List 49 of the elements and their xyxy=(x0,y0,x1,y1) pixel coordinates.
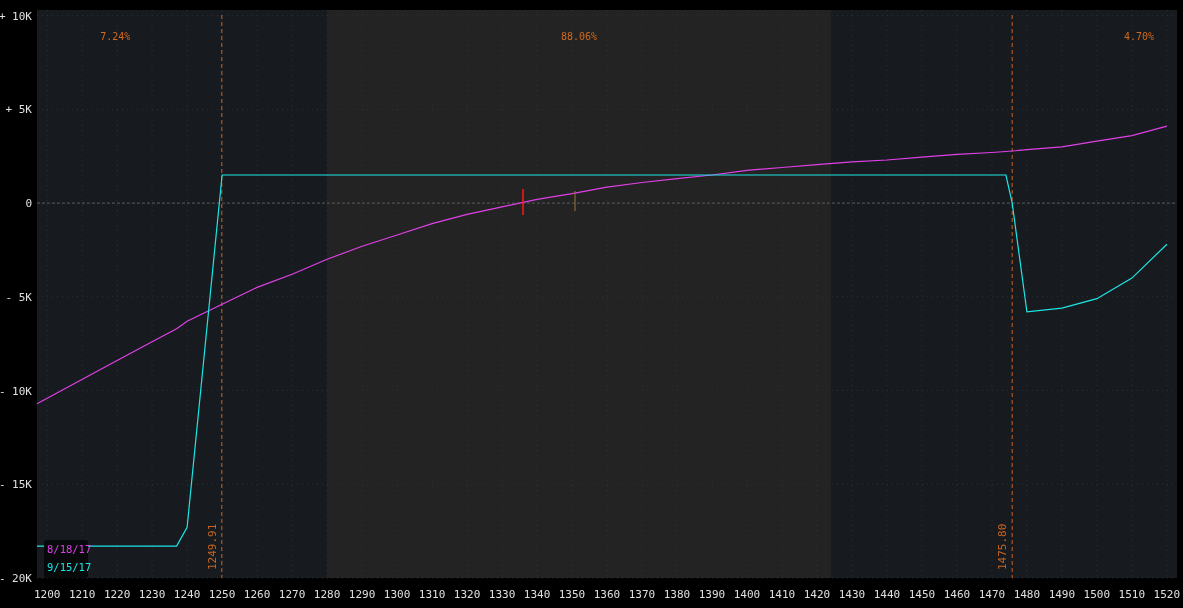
axis-tick-label: 1520 xyxy=(1153,588,1181,601)
axis-tick-label: 1410 xyxy=(768,588,796,601)
axis-tick-label: 1380 xyxy=(663,588,691,601)
axis-tick-label: 1260 xyxy=(243,588,271,601)
axis-tick-label: 1200 xyxy=(33,588,61,601)
axis-tick-label: 1440 xyxy=(873,588,901,601)
axis-tick-label: + 5K xyxy=(5,103,32,117)
axis-tick-label: 1280 xyxy=(313,588,341,601)
axis-tick-label: 1270 xyxy=(278,588,306,601)
axis-tick-label: 1450 xyxy=(908,588,936,601)
probability-label: 4.70% xyxy=(1123,31,1154,42)
axis-tick-label: 1430 xyxy=(838,588,866,601)
axis-tick-label: 1240 xyxy=(173,588,201,601)
probability-label: 88.06% xyxy=(560,31,598,42)
legend-item: 9/15/17 xyxy=(47,561,92,573)
axis-tick-label: 1490 xyxy=(1048,588,1076,601)
axis-tick-label: 1310 xyxy=(418,588,446,601)
price-label: 1475.80 xyxy=(996,523,1010,570)
axis-tick-label: + 10K xyxy=(0,9,32,23)
axis-tick-label: 1510 xyxy=(1118,588,1146,601)
axis-tick-label: 1370 xyxy=(628,588,656,601)
axis-tick-label: 1320 xyxy=(453,588,481,601)
axis-tick-label: 0 xyxy=(25,197,32,211)
axis-tick-label: 1390 xyxy=(698,588,726,601)
axis-tick-label: - 5K xyxy=(5,290,32,304)
axis-tick-label: 1480 xyxy=(1013,588,1041,601)
axis-tick-label: - 10K xyxy=(0,384,32,398)
axis-tick-label: 1470 xyxy=(978,588,1006,601)
axis-tick-label: 1230 xyxy=(138,588,166,601)
axis-tick-label: 1350 xyxy=(558,588,586,601)
axis-tick-label: 1220 xyxy=(103,588,131,601)
price-marker xyxy=(574,190,576,212)
axis-tick-label: - 15K xyxy=(0,478,32,492)
axis-tick-label: 1210 xyxy=(68,588,96,601)
axis-tick-label: 1330 xyxy=(488,588,516,601)
axis-tick-label: 1250 xyxy=(208,588,236,601)
axis-tick-label: 1420 xyxy=(803,588,831,601)
axis-tick-label: - 20K xyxy=(0,572,32,585)
probability-label: 7.24% xyxy=(100,31,131,42)
axis-tick-label: 1400 xyxy=(733,588,761,601)
axis-tick-label: 1290 xyxy=(348,588,376,601)
axis-tick-label: 1460 xyxy=(943,588,971,601)
axis-tick-label: 1340 xyxy=(523,588,551,601)
price-label: 1249.91 xyxy=(205,523,219,570)
legend-item: 8/18/17 xyxy=(47,543,92,555)
axis-tick-label: 1360 xyxy=(593,588,621,601)
axis-tick-label: 1300 xyxy=(383,588,411,601)
price-marker xyxy=(522,188,524,216)
axis-tick-label: 1500 xyxy=(1083,588,1111,601)
